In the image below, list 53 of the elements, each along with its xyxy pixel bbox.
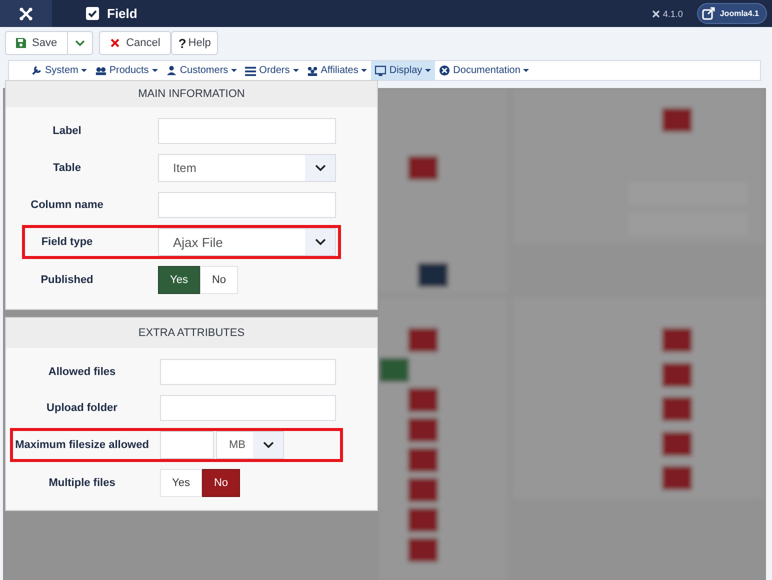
panel-heading: EXTRA ATTRIBUTES [6,318,377,348]
field-label: Maximum filesize allowed [14,439,150,451]
menu-item[interactable]: Documentation [435,61,534,80]
select-field[interactable]: Item [158,154,336,182]
size-field[interactable] [160,431,214,459]
menu-item[interactable]: Customers [162,61,242,80]
wrench-icon [31,65,42,76]
group-icon [306,65,318,76]
field-label: Upload folder [46,402,118,414]
field-label: Column name [30,199,104,211]
save-options-button[interactable] [68,31,94,55]
close-circle-icon [439,65,450,76]
toggle-option[interactable]: Yes [158,266,200,294]
help-button[interactable]: ?Help [171,31,218,55]
chevron-down-icon [314,238,326,246]
chevron-down-icon [314,164,326,172]
field-label: Label [52,125,82,137]
checkbox-icon [86,7,99,20]
page-title: Field [107,6,138,21]
menu-item[interactable]: System [27,61,92,80]
toggle-option[interactable]: No [200,266,238,294]
chevron-down-icon [75,38,86,48]
version-label: 4.1.0 [662,8,683,18]
cancel-button[interactable]: Cancel [99,31,172,55]
field-label: Field type [40,236,94,248]
text-field[interactable] [160,395,336,421]
monitor-icon [375,65,386,76]
menu-item[interactable]: Products [91,61,162,80]
field-label: Allowed files [47,366,117,378]
panel-heading: MAIN INFORMATION [6,81,377,107]
menu-item[interactable]: Display [371,61,436,80]
text-field[interactable] [158,118,336,144]
external-link-icon [702,7,715,20]
menu-item[interactable]: Affiliates [302,61,372,80]
chevron-down-icon [262,441,274,449]
toggle-option[interactable]: Yes [160,469,202,497]
bars-icon [245,65,256,76]
people-icon [95,65,106,76]
person-icon [166,65,177,76]
select-field[interactable]: Ajax File [158,228,336,256]
toggle-option[interactable]: No [202,469,240,497]
save-button[interactable]: Save [5,31,68,55]
close-icon [110,38,120,48]
field-label: Published [40,274,94,286]
field-label: Multiple files [48,477,116,489]
text-field[interactable] [160,359,336,385]
field-label: Table [52,162,82,174]
text-field[interactable] [158,192,336,218]
unit-select[interactable]: MB [216,431,284,459]
site-button[interactable]: Joomla4.1 [696,3,767,24]
menu-item[interactable]: Orders [241,61,303,80]
logo-icon[interactable] [19,6,33,20]
save-icon [16,38,26,48]
